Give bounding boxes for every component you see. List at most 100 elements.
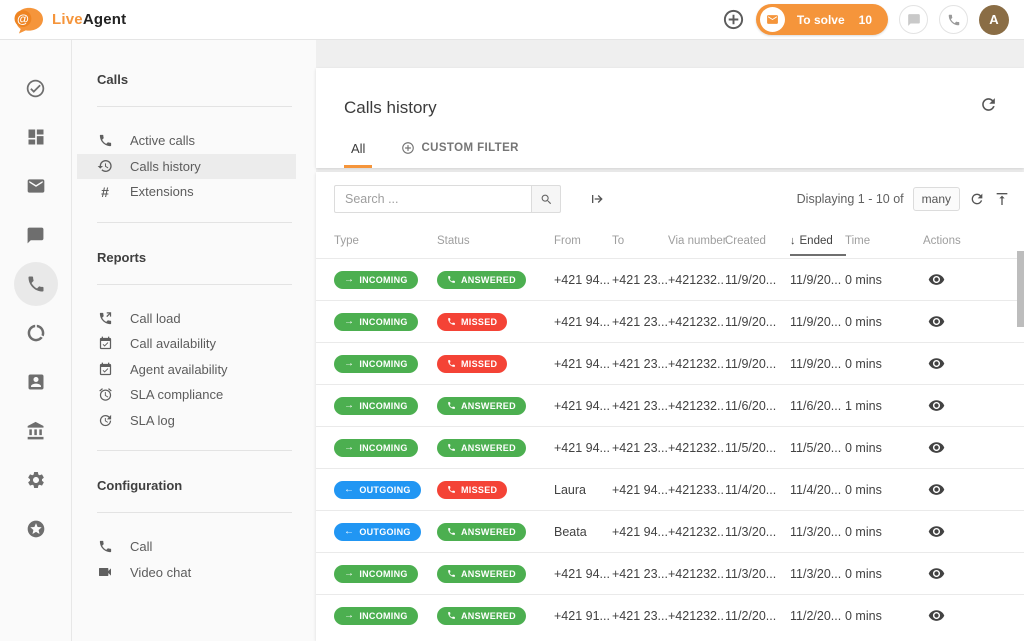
sidebar-item-label: Call availability [130,336,216,351]
time-cell: 0 mins [845,483,923,497]
direction-arrow-icon: → [344,317,354,327]
table-row[interactable]: →INCOMING ANSWERED +421 94... +421 23...… [316,552,1024,594]
tab-custom-filter[interactable]: CUSTOM FILTER [394,141,525,168]
logo-bubble-icon: @ [13,6,45,34]
nav-mail[interactable] [14,164,58,208]
direction-arrow-icon: ← [344,527,354,537]
tab-all[interactable]: All [344,141,372,168]
nav-chat[interactable] [14,213,58,257]
from-cell: +421 94... [554,357,612,371]
to-solve-button[interactable]: To solve 10 [756,4,888,35]
sidebar-item-call-config[interactable]: Call [73,534,292,560]
nav-settings[interactable] [14,458,58,502]
nav-dashboard[interactable] [14,115,58,159]
column-header-created[interactable]: Created [725,235,790,247]
ended-cell: 11/9/20... [790,273,845,287]
to-cell: +421 23... [612,357,668,371]
column-header-from[interactable]: From [554,235,612,247]
column-header-via-number[interactable]: Via number [668,235,725,247]
column-header-ended[interactable]: ↓Ended [790,226,845,256]
displaying-text: Displaying 1 - 10 of [797,192,904,206]
nav-calls[interactable] [14,262,58,306]
view-call-button[interactable] [928,523,945,540]
divider [97,222,292,223]
row-count-chip[interactable]: many [913,187,960,211]
column-header-time[interactable]: Time [845,235,923,247]
column-header-type[interactable]: Type [334,235,437,247]
table-row[interactable]: →INCOMING MISSED +421 94... +421 23... +… [316,342,1024,384]
table-row[interactable]: →INCOMING ANSWERED +421 94... +421 23...… [316,426,1024,468]
view-call-button[interactable] [928,565,945,582]
view-call-button[interactable] [928,481,945,498]
direction-arrow-icon: → [344,275,354,285]
search-input[interactable] [334,185,531,213]
sidebar-item-label: SLA compliance [130,387,223,402]
view-call-button[interactable] [928,607,945,624]
table-row[interactable]: →INCOMING ANSWERED +421 94... +421 23...… [316,384,1024,426]
avatar[interactable]: A [979,5,1009,35]
search-button[interactable] [531,185,561,213]
table-row[interactable]: ←OUTGOING ANSWERED Beata +421 94... +421… [316,510,1024,552]
expand-filters-button[interactable] [590,191,606,207]
view-call-button[interactable] [928,313,945,330]
sidebar-item-call-load[interactable]: Call load [73,306,292,332]
sidebar-item-label: Call load [130,311,181,326]
scroll-to-top-button[interactable] [994,191,1010,207]
type-badge: ←OUTGOING [334,523,421,541]
scrollbar-thumb[interactable] [1017,251,1024,327]
videocam-icon [97,564,113,580]
via-number-cell: +421232... [668,609,725,623]
sidebar-section-calls: Calls [97,72,292,87]
view-call-button[interactable] [928,439,945,456]
calls-button[interactable] [939,5,968,34]
created-cell: 11/9/20... [725,315,790,329]
nav-social[interactable] [14,311,58,355]
eye-icon [928,271,945,288]
to-cell: +421 94... [612,525,668,539]
table-row[interactable]: →INCOMING ANSWERED +421 91... +421 23...… [316,594,1024,636]
column-header-status[interactable]: Status [437,235,554,247]
time-cell: 0 mins [845,609,923,623]
sidebar-item-call-availability[interactable]: Call availability [73,331,292,357]
sidebar-item-calls-history[interactable]: Calls history [77,154,296,180]
nav-contacts[interactable] [14,360,58,404]
add-circle-icon [722,8,745,31]
from-cell: +421 94... [554,441,612,455]
refresh-table-button[interactable] [969,191,985,207]
tab-forward-icon [590,191,606,207]
table-row[interactable]: →INCOMING MISSED +421 94... +421 23... +… [316,300,1024,342]
update-clock-icon [97,413,113,428]
sidebar-item-sla-log[interactable]: SLA log [73,408,292,434]
via-number-cell: +421233... [668,483,725,497]
sidebar-item-label: Active calls [130,133,195,148]
data-usage-icon [26,323,46,343]
ended-cell: 11/3/20... [790,567,845,581]
table-row[interactable]: →INCOMING ANSWERED +421 94... +421 23...… [316,258,1024,300]
envelope-icon [760,7,785,32]
mail-icon [26,176,46,196]
refresh-page-button[interactable] [979,95,998,114]
view-call-button[interactable] [928,271,945,288]
column-header-to[interactable]: To [612,235,668,247]
liveagent-logo: @ LiveAgent [13,6,126,34]
nav-academy[interactable] [14,409,58,453]
main-content: Calls history All CUSTOM FILTER Di [316,40,1024,641]
chats-button[interactable] [899,5,928,34]
table-row[interactable]: ←OUTGOING MISSED Laura +421 94... +42123… [316,468,1024,510]
view-call-button[interactable] [928,397,945,414]
view-call-button[interactable] [928,355,945,372]
svg-text:@: @ [17,11,29,25]
sidebar-item-extensions[interactable]: # Extensions [73,179,292,205]
sidebar-item-label: Video chat [130,565,191,580]
sidebar-item-agent-availability[interactable]: Agent availability [73,357,292,383]
nav-tickets[interactable] [14,66,58,110]
add-button[interactable] [722,8,745,31]
nav-rail [0,40,72,641]
direction-arrow-icon: → [344,443,354,453]
sidebar-item-sla-compliance[interactable]: SLA compliance [73,382,292,408]
history-icon [97,158,113,174]
sidebar-item-video-chat[interactable]: Video chat [73,560,292,586]
ended-cell: 11/9/20... [790,315,845,329]
nav-getting-started[interactable] [14,507,58,551]
sidebar-item-active-calls[interactable]: Active calls [73,128,292,154]
